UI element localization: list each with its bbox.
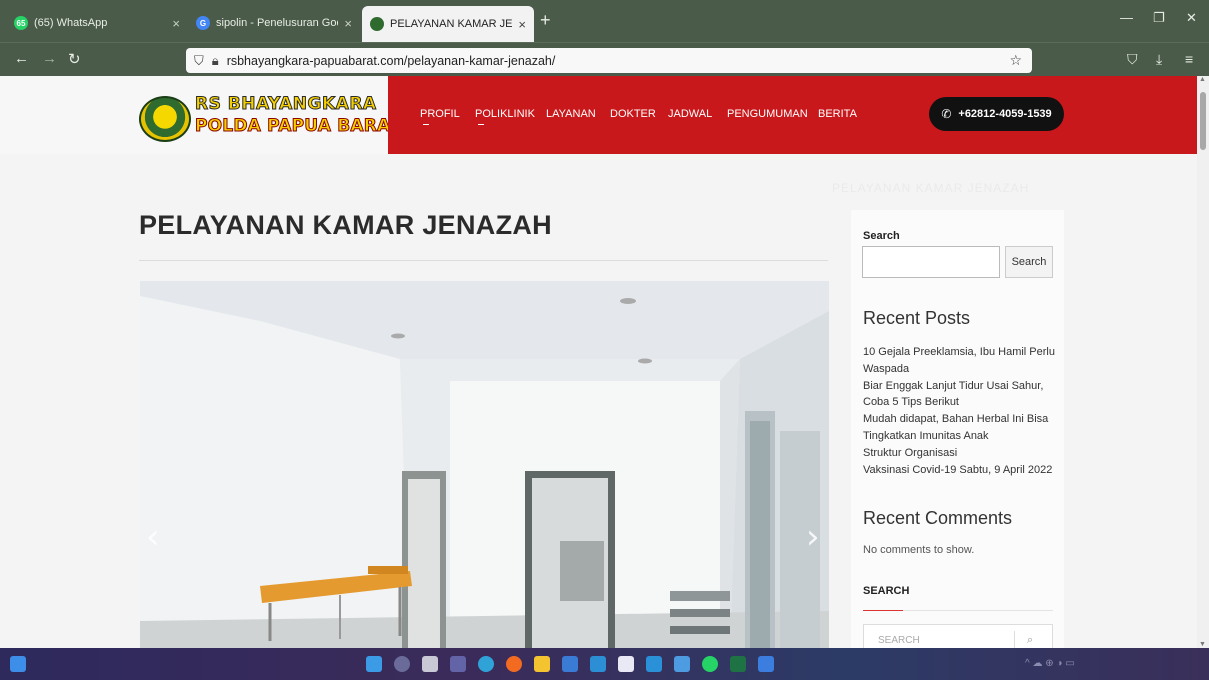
system-tray-icons[interactable]: ^ ☁ ⊕ ◑ ▭ [1025,658,1075,669]
phone-number: +62812-4059-1539 [958,108,1052,120]
restore-icon[interactable]: ❐ [1153,10,1165,26]
tab-close-icon[interactable]: × [172,16,180,31]
nav-item-jadwal[interactable]: JADWAL [668,108,712,120]
search-icon[interactable]: ⌕ [1027,634,1033,647]
download-icon[interactable]: ⤓ [1156,51,1162,68]
faint-page-title: PELAYANAN KAMAR JENAZAH [832,181,1030,195]
minimize-icon[interactable]: — [1120,10,1133,25]
recent-post-link[interactable]: Mudah didapat, Bahan Herbal Ini Bisa Tin… [863,411,1059,445]
forward-icon[interactable]: → [42,50,57,67]
scrollbar-thumb[interactable] [1200,92,1206,150]
search-section-heading: SEARCH [863,585,910,597]
carousel-next-icon[interactable]: › [806,517,820,557]
search-input[interactable] [862,246,1000,278]
firefox-icon[interactable] [506,656,522,672]
photos-icon[interactable] [674,656,690,672]
logo-text-line2[interactable]: POLDA PAPUA BARAT [195,116,402,137]
heading-divider [903,610,1053,611]
dropbox-icon[interactable] [618,656,634,672]
recent-posts-list: 10 Gejala Preeklamsia, Ibu Hamil Perlu W… [863,344,1059,478]
page-scrollbar[interactable]: ▲ ▼ [1197,76,1209,648]
recent-post-link[interactable]: 10 Gejala Preeklamsia, Ibu Hamil Perlu W… [863,344,1059,378]
reload-icon[interactable]: ↻ [68,50,81,68]
sidebar: Search Search Recent Posts 10 Gejala Pre… [851,210,1064,650]
sidebar-search-field[interactable]: SEARCH ⌕ [863,624,1053,650]
menu-icon[interactable]: ≡ [1185,51,1193,67]
recent-posts-heading: Recent Posts [863,308,971,328]
widgets-icon[interactable] [10,656,26,672]
task-view-icon[interactable] [422,656,438,672]
search-separator [1014,631,1015,649]
close-window-icon[interactable]: ✕ [1186,10,1197,26]
browser-tab-bar: 65 (65) WhatsApp × G sipolin - Penelusur… [0,0,1209,42]
tab-close-icon[interactable]: × [518,17,526,32]
nav-item-profil[interactable]: PROFIL [420,108,460,125]
nav-item-poliklinik[interactable]: POLIKLINIK [475,108,535,125]
nav-item-pengumuman[interactable]: PENGUMUMAN [727,108,808,120]
tab-google-search[interactable]: G sipolin - Penelusuran Google × [188,8,360,38]
mortuary-room-photo: ‹ › [140,281,829,648]
tab-label: PELAYANAN KAMAR JENAZAH [390,18,513,30]
recent-post-link[interactable]: Struktur Organisasi [863,445,1059,462]
bookmark-star-icon[interactable]: ☆ [1009,52,1022,69]
recent-comments-heading: Recent Comments [863,508,1013,528]
recent-post-link[interactable]: Vaksinasi Covid-19 Sabtu, 9 April 2022 [863,462,1059,479]
dropdown-indicator-icon [478,124,484,125]
edge-icon[interactable] [478,656,494,672]
search-placeholder: SEARCH [878,635,920,646]
search-widget-label: Search [863,230,900,242]
nav-item-berita[interactable]: BERITA [818,108,857,120]
page-title: PELAYANAN KAMAR JENAZAH [139,210,552,240]
main-navigation: PROFIL POLIKLINIK LAYANAN DOKTER JADWAL … [388,76,1197,154]
dropdown-indicator-icon [423,124,429,125]
search-button[interactable]: Search [1005,246,1053,278]
phone-icon: ✆ [941,107,952,121]
file-explorer-icon[interactable] [534,656,550,672]
windows-taskbar: ^ ☁ ⊕ ◑ ▭ [0,648,1209,680]
whatsapp-favicon-icon: 65 [14,16,28,30]
nav-item-layanan[interactable]: LAYANAN [546,108,596,120]
heading-accent-line [863,610,903,611]
excel-icon[interactable] [730,656,746,672]
shield-icon[interactable]: ⛉ [194,53,204,69]
todo-icon[interactable] [758,656,774,672]
tab-label: sipolin - Penelusuran Google [216,17,338,29]
mail-icon[interactable] [646,656,662,672]
teams-icon[interactable] [450,656,466,672]
search-taskbar-icon[interactable] [394,656,410,672]
tab-whatsapp[interactable]: 65 (65) WhatsApp × [6,8,188,38]
vscode-icon[interactable] [590,656,606,672]
tab-pelayanan-kamar-jenazah[interactable]: PELAYANAN KAMAR JENAZAH × [362,6,534,42]
address-bar[interactable]: ⛉ 🔒︎ rsbhayangkara-papuabarat.com/pelaya… [186,48,1032,73]
site-favicon-icon [370,17,384,31]
url-text[interactable]: rsbhayangkara-papuabarat.com/pelayanan-k… [227,54,556,68]
room-illustration [140,281,829,648]
no-comments-text: No comments to show. [863,544,975,556]
title-divider [139,260,828,261]
phone-call-button[interactable]: ✆ +62812-4059-1539 [929,97,1064,131]
site-header: RS BHAYANGKARA POLDA PAPUA BARAT PROFIL … [0,76,1197,154]
tab-close-icon[interactable]: × [344,16,352,31]
scroll-up-icon[interactable]: ▲ [1199,76,1206,83]
nav-item-dokter[interactable]: DOKTER [610,108,656,120]
whatsapp-icon[interactable] [702,656,718,672]
store-icon[interactable] [562,656,578,672]
back-icon[interactable]: ← [14,50,29,67]
logo-text-line1[interactable]: RS BHAYANGKARA [195,94,377,115]
scroll-down-icon[interactable]: ▼ [1199,641,1206,648]
tab-label: (65) WhatsApp [34,17,108,29]
google-favicon-icon: G [196,16,210,30]
windows-start-icon[interactable] [366,656,382,672]
browser-nav-bar: ← → ↻ ⛉ 🔒︎ rsbhayangkara-papuabarat.com/… [0,42,1209,76]
hospital-emblem-logo[interactable] [139,96,191,142]
lock-icon[interactable]: 🔒︎ [212,53,219,69]
new-tab-button[interactable]: + [540,10,551,31]
recent-post-link[interactable]: Biar Enggak Lanjut Tidur Usai Sahur, Cob… [863,378,1059,412]
pocket-icon[interactable]: ⛉ [1127,51,1138,68]
carousel-prev-icon[interactable]: ‹ [146,517,160,557]
